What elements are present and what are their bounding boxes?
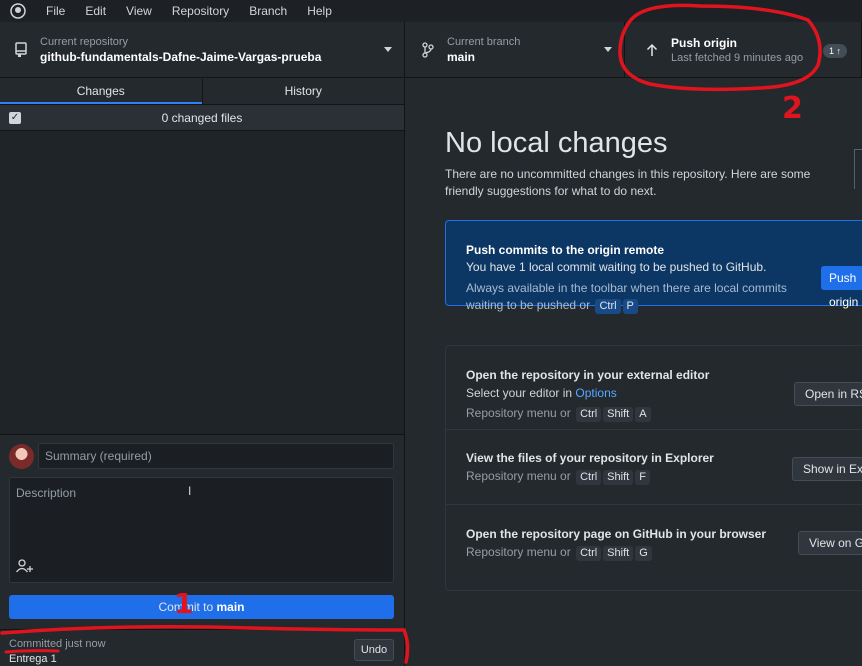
menu-edit[interactable]: Edit xyxy=(75,0,116,22)
show-explorer-title: View the files of your repository in Exp… xyxy=(466,451,714,465)
view-github-title: Open the repository page on GitHub in yo… xyxy=(466,527,767,541)
view-github-hint: Repository menu or Ctrl Shift G xyxy=(466,545,652,561)
description-placeholder: Description xyxy=(16,486,77,500)
open-editor-hint-text: Repository menu or xyxy=(466,406,571,420)
show-explorer-hint: Repository menu or Ctrl Shift F xyxy=(466,469,650,485)
push-card-title: Push commits to the origin remote xyxy=(466,243,665,257)
no-changes-view: No local changes There are no uncommitte… xyxy=(406,79,862,666)
illustration-icon xyxy=(854,149,862,189)
page-title: No local changes xyxy=(445,127,668,159)
branch-icon xyxy=(417,42,439,58)
repository-icon xyxy=(10,42,32,58)
changed-files-header: ✓ 0 changed files xyxy=(0,105,404,131)
view-github-hint-text: Repository menu or xyxy=(466,545,571,559)
arrow-up-icon xyxy=(641,43,663,57)
menu-file[interactable]: File xyxy=(36,0,75,22)
push-origin-card-button[interactable]: Push origin xyxy=(821,266,862,309)
commit-button-branch: main xyxy=(216,600,245,614)
push-origin-button[interactable]: Push origin Last fetched 9 minutes ago 1… xyxy=(625,22,862,78)
push-card-description: You have 1 local commit waiting to be pu… xyxy=(466,260,767,274)
kbd-shift: Shift xyxy=(603,546,634,561)
view-on-github-button[interactable]: View on GitHub xyxy=(798,531,862,555)
open-editor-description: Select your editor in Options xyxy=(466,386,617,400)
open-editor-desc-text: Select your editor in xyxy=(466,386,576,400)
show-in-explorer-action: View the files of your repository in Exp… xyxy=(446,430,862,505)
text-cursor-icon: I xyxy=(188,484,192,498)
current-branch-button[interactable]: Current branch main xyxy=(405,22,625,78)
branch-name: main xyxy=(447,50,476,64)
kbd-f: F xyxy=(635,470,650,485)
summary-input[interactable]: Summary (required) xyxy=(38,443,394,469)
open-in-editor-button[interactable]: Open in RStudio xyxy=(794,382,862,406)
tab-changes[interactable]: Changes xyxy=(0,79,202,104)
branch-label: Current branch xyxy=(447,36,521,48)
commit-form: Summary (required) Description I Commit … xyxy=(0,434,404,629)
open-editor-hint: Repository menu or Ctrl Shift A xyxy=(466,406,651,422)
menu-bar: File Edit View Repository Branch Help xyxy=(0,0,862,22)
commit-button-prefix: Commit to xyxy=(158,600,217,614)
changed-files-count: 0 changed files xyxy=(161,110,243,125)
repository-name: github-fundamentals-Dafne-Jaime-Vargas-p… xyxy=(40,50,322,64)
chevron-down-icon xyxy=(604,47,612,52)
toolbar: Current repository github-fundamentals-D… xyxy=(0,22,862,78)
kbd-shift: Shift xyxy=(603,407,634,422)
open-editor-title: Open the repository in your external edi… xyxy=(466,368,710,382)
kbd-g: G xyxy=(635,546,652,561)
tab-history[interactable]: History xyxy=(201,79,404,104)
options-link[interactable]: Options xyxy=(575,386,616,400)
kbd-ctrl: Ctrl xyxy=(576,546,602,561)
description-textarea[interactable]: Description I xyxy=(9,477,394,583)
last-commit-message: Entrega 1 xyxy=(9,653,57,665)
push-count-badge: 1 ↑ xyxy=(822,44,847,58)
menu-help[interactable]: Help xyxy=(297,0,342,22)
menu-repository[interactable]: Repository xyxy=(162,0,239,22)
kbd-ctrl: Ctrl xyxy=(576,470,602,485)
suggested-actions: Open the repository in your external edi… xyxy=(445,345,862,591)
push-card-hint: Always available in the toolbar when the… xyxy=(466,280,796,314)
last-commit-bar: Committed just now Entrega 1 Undo xyxy=(0,629,404,666)
show-in-explorer-button[interactable]: Show in Explorer xyxy=(792,457,862,481)
menu-branch[interactable]: Branch xyxy=(239,0,297,22)
kbd-ctrl: Ctrl xyxy=(595,299,621,314)
show-explorer-hint-text: Repository menu or xyxy=(466,469,571,483)
sidebar-tabs: Changes History xyxy=(0,79,404,105)
avatar xyxy=(9,444,34,469)
current-repository-button[interactable]: Current repository github-fundamentals-D… xyxy=(0,22,405,78)
kbd-a: A xyxy=(635,407,651,422)
commit-button[interactable]: Commit to main xyxy=(9,595,394,619)
push-suggestion-card: Push commits to the origin remote You ha… xyxy=(445,220,862,314)
add-coauthor-icon[interactable] xyxy=(15,558,35,574)
view-on-github-action: Open the repository page on GitHub in yo… xyxy=(446,505,862,592)
push-origin-title: Push origin xyxy=(671,36,737,50)
menu-view[interactable]: View xyxy=(116,0,162,22)
kbd-shift: Shift xyxy=(603,470,634,485)
kbd-ctrl: Ctrl xyxy=(576,407,602,422)
last-commit-title: Committed just now xyxy=(9,638,106,650)
last-fetched-text: Last fetched 9 minutes ago xyxy=(671,52,804,64)
undo-button[interactable]: Undo xyxy=(354,639,394,661)
chevron-down-icon xyxy=(384,47,392,52)
open-editor-action: Open the repository in your external edi… xyxy=(446,346,862,430)
page-subtitle: There are no uncommitted changes in this… xyxy=(445,167,811,198)
kbd-p: P xyxy=(622,299,638,314)
changes-sidebar: Changes History ✓ 0 changed files Summar… xyxy=(0,79,405,666)
github-logo-icon xyxy=(0,0,36,22)
repository-label: Current repository xyxy=(40,36,129,48)
